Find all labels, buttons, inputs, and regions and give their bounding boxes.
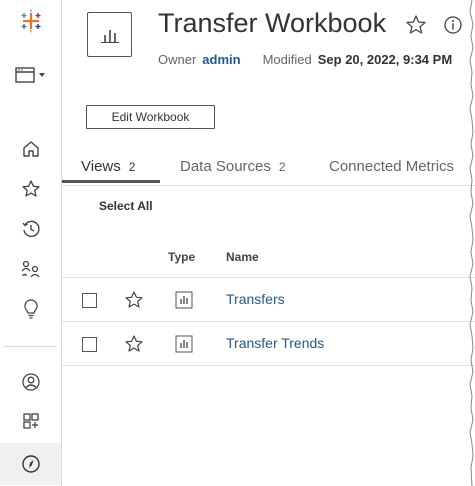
select-all-link[interactable]: Select All [99, 199, 153, 213]
table-bottom-border [62, 365, 475, 366]
shared-with-me-icon[interactable] [0, 250, 61, 288]
modified-date: Sep 20, 2022, 9:34 PM [317, 52, 453, 67]
torn-edge-decoration [469, 0, 474, 486]
favorite-star-icon[interactable] [124, 334, 144, 354]
app-switcher-icon[interactable] [0, 56, 61, 94]
home-icon[interactable] [0, 130, 61, 168]
edit-workbook-button[interactable]: Edit Workbook [86, 105, 215, 129]
tab-count: 2 [128, 160, 136, 174]
view-name-link[interactable]: Transfers [226, 291, 285, 307]
recents-icon[interactable] [0, 210, 61, 248]
favorite-star-icon[interactable] [124, 290, 144, 310]
active-tab-indicator [62, 180, 160, 183]
collections-icon[interactable] [0, 402, 61, 440]
explore-icon[interactable] [0, 443, 61, 485]
workbook-title: Transfer Workbook [158, 8, 387, 38]
tab-label: Data Sources [180, 158, 271, 175]
favorites-icon[interactable] [0, 170, 61, 208]
tableau-logo-icon[interactable] [0, 2, 61, 40]
workbook-meta: Owner admin Modified Sep 20, 2022, 9:34 PM [158, 52, 452, 67]
recommendations-icon[interactable] [0, 290, 61, 328]
column-header-type[interactable]: Type [168, 250, 195, 264]
workbook-thumbnail [87, 12, 132, 57]
tab-connected-metrics[interactable]: Connected Metrics [329, 158, 454, 186]
sidebar-divider [4, 346, 57, 347]
table-row: Transfers [62, 277, 475, 321]
tab-label: Views [81, 158, 121, 175]
row-checkbox[interactable] [82, 293, 97, 308]
column-header-name[interactable]: Name [226, 250, 259, 264]
left-nav-sidebar [0, 0, 62, 486]
owner-label: Owner [158, 52, 197, 67]
view-name-link[interactable]: Transfer Trends [226, 335, 324, 351]
tab-label: Connected Metrics [329, 158, 455, 175]
view-type-icon [175, 291, 193, 309]
favorite-star-icon[interactable] [405, 14, 427, 36]
info-icon[interactable] [443, 15, 463, 35]
view-type-icon [175, 335, 193, 353]
bar-chart-icon [100, 29, 119, 43]
owner-link[interactable]: admin [202, 52, 240, 67]
tab-data-sources[interactable]: Data Sources 2 [180, 158, 286, 186]
workbook-main-panel: Transfer Workbook Owner admin Modified Sep … [62, 0, 475, 486]
table-row: Transfer Trends [62, 321, 475, 365]
row-checkbox[interactable] [82, 337, 97, 352]
tab-count: 2 [278, 160, 286, 174]
personal-space-icon[interactable] [0, 363, 61, 401]
modified-label: Modified [262, 52, 312, 67]
